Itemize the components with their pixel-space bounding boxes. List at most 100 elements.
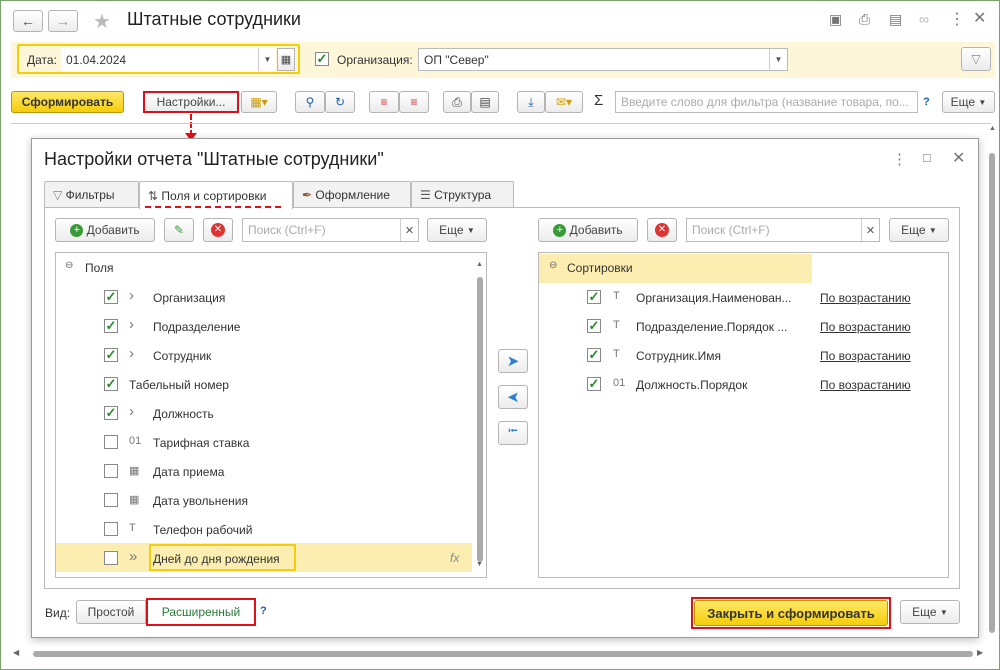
edit-field-button[interactable]: ✎ [164, 218, 194, 242]
field-row[interactable] [56, 286, 471, 312]
filter-button[interactable]: ▽ [961, 47, 991, 71]
calendar-button[interactable]: ▦ [277, 48, 295, 71]
sort-checkbox[interactable]: ✓ [587, 290, 601, 304]
save-icon[interactable]: ▣ [829, 11, 842, 28]
chevron-right-icon[interactable]: › [129, 403, 134, 420]
chevron-right-icon[interactable]: › [129, 287, 134, 304]
move-right-button[interactable]: ➤ [498, 349, 528, 373]
scroll-up-icon[interactable]: ▲ [476, 261, 483, 268]
vertical-scrollbar[interactable]: ▲ [988, 123, 996, 643]
find-button[interactable]: ⚲ [295, 91, 325, 113]
link-icon[interactable]: ∞ [919, 11, 929, 27]
collapse-groups-button[interactable]: ≡ [399, 91, 429, 113]
scrollbar-thumb[interactable] [477, 277, 483, 562]
star-icon[interactable]: ★ [93, 9, 111, 34]
help-link[interactable]: ? [923, 96, 930, 108]
chevron-down-icon[interactable]: ▼ [258, 48, 276, 71]
right-search-input[interactable]: Поиск (Ctrl+F) ✕ [686, 218, 880, 242]
scroll-left-icon[interactable]: ◀ [13, 648, 19, 657]
sort-checkbox[interactable]: ✓ [587, 377, 601, 391]
tab-fields-sorting[interactable]: ⇅ Поля и сортировки [139, 181, 293, 209]
tab-appearance[interactable]: ✒ Оформление [293, 181, 411, 207]
field-checkbox[interactable]: ✓ [104, 406, 118, 420]
sort-checkbox[interactable]: ✓ [587, 348, 601, 362]
move-left-button[interactable]: ➤ [498, 385, 528, 409]
organization-checkbox[interactable]: ✓ [315, 52, 329, 66]
more-vertical-icon[interactable]: ⋮ [949, 9, 965, 29]
collapse-tree-icon[interactable]: ⊖ [65, 260, 73, 271]
scrollbar[interactable]: ▲ ▼ [475, 261, 485, 571]
sort-direction-link[interactable]: По возрастанию [820, 320, 911, 334]
collapse-tree-icon[interactable]: ⊖ [549, 260, 557, 271]
help-link[interactable]: ? [260, 605, 267, 617]
field-row[interactable] [56, 489, 471, 515]
horizontal-scrollbar[interactable]: ◀ ▶ [11, 648, 988, 659]
left-more-button[interactable]: Еще ▼ [427, 218, 487, 242]
scroll-up-icon[interactable]: ▲ [989, 125, 996, 132]
print-button[interactable]: ⎙ [443, 91, 471, 113]
scrollbar-thumb[interactable] [33, 651, 973, 657]
field-checkbox[interactable]: ✓ [104, 377, 118, 391]
field-row[interactable] [56, 518, 471, 544]
left-search-input[interactable]: Поиск (Ctrl+F) ✕ [242, 218, 419, 242]
date-field[interactable]: 01.04.2024 ▼ [61, 48, 276, 71]
tab-structure[interactable]: ☰ Структура [411, 181, 514, 207]
sort-direction-link[interactable]: По возрастанию [820, 291, 911, 305]
scrollbar-thumb[interactable] [989, 153, 995, 633]
sort-checkbox[interactable]: ✓ [587, 319, 601, 333]
delete-field-button[interactable]: ✕ [203, 218, 233, 242]
field-checkbox[interactable] [104, 464, 118, 478]
tab-filters[interactable]: ▽ Фильтры [44, 181, 139, 207]
chevron-right-icon[interactable]: › [129, 345, 134, 362]
field-row[interactable] [56, 431, 471, 457]
sort-direction-link[interactable]: По возрастанию [820, 378, 911, 392]
chevron-down-icon[interactable]: ▼ [769, 49, 787, 70]
preview-button[interactable]: ▤ [471, 91, 499, 113]
field-row[interactable] [56, 402, 471, 428]
field-checkbox[interactable]: ✓ [104, 319, 118, 333]
field-checkbox[interactable] [104, 435, 118, 449]
view-extended-button[interactable]: Расширенный [146, 598, 256, 626]
print-icon[interactable]: ⎙ [859, 11, 870, 28]
field-checkbox[interactable]: ✓ [104, 290, 118, 304]
close-and-generate-button[interactable]: Закрыть и сформировать [694, 600, 888, 626]
find-next-button[interactable]: ↻ [325, 91, 355, 113]
scroll-right-icon[interactable]: ▶ [977, 648, 983, 657]
more-vertical-icon[interactable]: ⋮ [892, 150, 907, 168]
sort-direction-link[interactable]: По возрастанию [820, 349, 911, 363]
sigma-icon[interactable]: Σ [594, 92, 603, 109]
right-more-button[interactable]: Еще ▼ [889, 218, 949, 242]
field-row[interactable] [56, 315, 471, 341]
back-button[interactable]: ← [13, 10, 43, 32]
view-simple-button[interactable]: Простой [76, 600, 146, 624]
organization-field[interactable]: ОП "Север" ▼ [418, 48, 788, 71]
delete-sort-button[interactable]: ✕ [647, 218, 677, 242]
maximize-icon[interactable]: □ [923, 150, 931, 165]
settings-button[interactable]: Настройки... [143, 91, 239, 113]
move-all-left-button[interactable]: ⭰ [498, 421, 528, 445]
expand-groups-button[interactable]: ≡ [369, 91, 399, 113]
more-button[interactable]: Еще ▼ [942, 91, 995, 113]
variant-button[interactable]: ▦▾ [241, 91, 277, 113]
field-checkbox[interactable] [104, 522, 118, 536]
add-field-button[interactable]: + Добавить [55, 218, 155, 242]
clear-icon[interactable]: ✕ [861, 219, 879, 241]
field-row[interactable] [56, 373, 471, 399]
preview-icon[interactable]: ▤ [889, 11, 902, 28]
footer-more-button[interactable]: Еще ▼ [900, 600, 960, 624]
field-checkbox[interactable] [104, 493, 118, 507]
clear-icon[interactable]: ✕ [400, 219, 418, 241]
report-search-input[interactable]: Введите слово для фильтра (название това… [615, 91, 918, 113]
field-checkbox[interactable] [104, 551, 118, 565]
close-icon[interactable]: ✕ [952, 148, 965, 168]
send-mail-button[interactable]: ✉▾ [545, 91, 583, 113]
field-row[interactable] [56, 344, 471, 370]
selected-field-editor[interactable] [149, 544, 296, 571]
formula-icon[interactable]: fx [450, 551, 459, 565]
chevron-right-icon[interactable]: › [129, 316, 134, 333]
close-icon[interactable]: ✕ [973, 8, 986, 28]
field-checkbox[interactable]: ✓ [104, 348, 118, 362]
generate-button[interactable]: Сформировать [11, 91, 124, 113]
field-row[interactable] [56, 460, 471, 486]
forward-button[interactable]: → [48, 10, 78, 32]
